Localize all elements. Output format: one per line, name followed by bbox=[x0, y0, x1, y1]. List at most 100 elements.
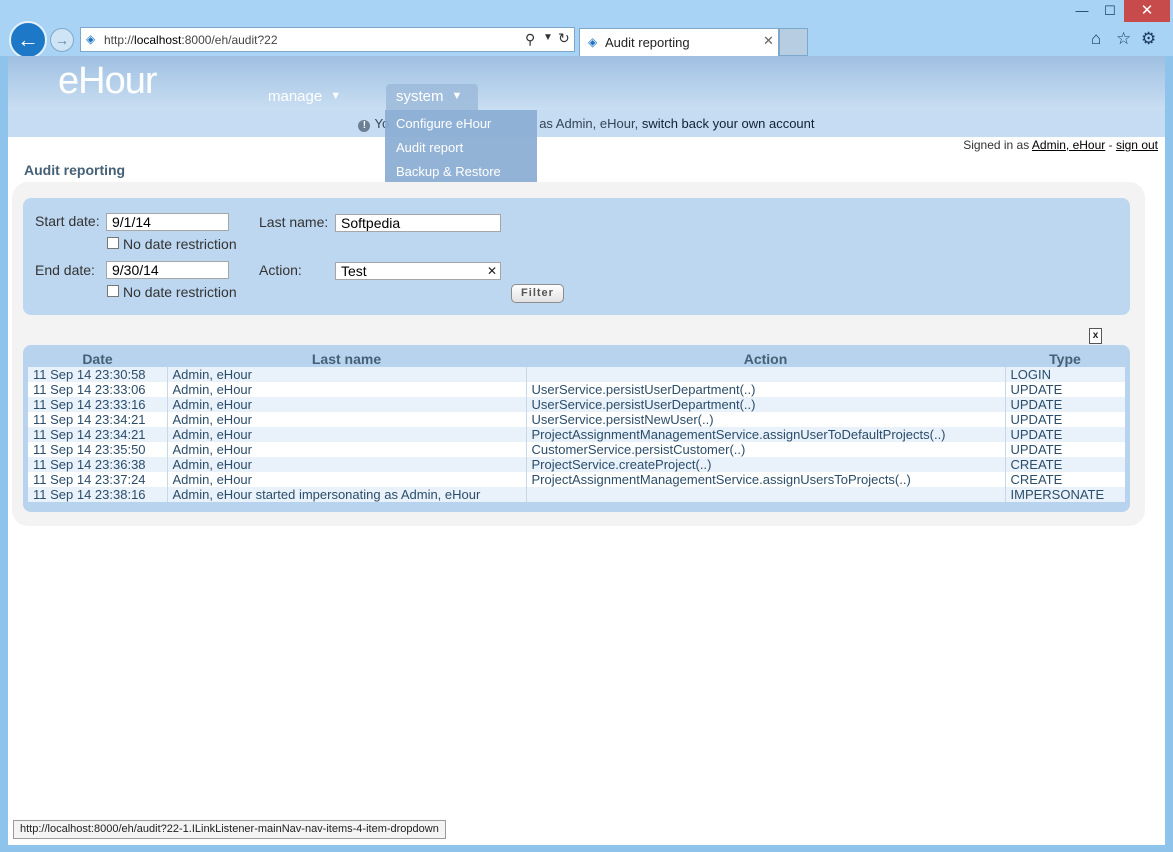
home-icon[interactable]: ⌂ bbox=[1091, 29, 1101, 49]
cell-date: 11 Sep 14 23:33:06 bbox=[28, 382, 168, 397]
address-bar[interactable]: ◈ http://localhost:8000/eh/audit?22 ⚲ ▼ … bbox=[80, 27, 575, 52]
forward-button[interactable]: → bbox=[50, 28, 74, 52]
user-link[interactable]: Admin, eHour bbox=[1032, 138, 1105, 152]
excel-export-icon[interactable]: x bbox=[1089, 328, 1102, 344]
cell-action: CustomerService.persistCustomer(..) bbox=[526, 442, 1006, 457]
menu-item-audit-report[interactable]: Audit report bbox=[385, 140, 537, 164]
filter-form: Start date: 9/1/14 No date restriction E… bbox=[23, 198, 1130, 315]
column-header-action[interactable]: Action bbox=[526, 351, 1005, 367]
forward-icon: → bbox=[55, 32, 69, 48]
table-row: 11 Sep 14 23:34:21 Admin, eHour ProjectAss… bbox=[28, 427, 1125, 442]
page-title: Audit reporting bbox=[24, 162, 126, 178]
start-no-date-checkbox[interactable] bbox=[107, 237, 119, 249]
end-date-input[interactable]: 9/30/14 bbox=[106, 261, 229, 279]
start-no-date-label: No date restriction bbox=[123, 236, 237, 252]
audit-table: 11 Sep 14 23:30:58 Admin, eHour LOGIN 11 S… bbox=[28, 367, 1125, 502]
start-date-input[interactable]: 9/1/14 bbox=[106, 213, 229, 231]
results-header: Date Last name Action Type bbox=[23, 351, 1130, 367]
clear-icon[interactable]: ✕ bbox=[487, 263, 497, 279]
nav-item-manage[interactable]: manage ▼ bbox=[268, 88, 341, 105]
window-minimize-button[interactable]: — bbox=[1068, 0, 1096, 22]
table-row: 11 Sep 14 23:33:06 Admin, eHour UserServic… bbox=[28, 382, 1125, 397]
end-no-date-checkbox[interactable] bbox=[107, 285, 119, 297]
new-tab-button[interactable] bbox=[779, 28, 808, 56]
tab-title: Audit reporting bbox=[605, 35, 690, 50]
last-name-input[interactable]: Softpedia bbox=[335, 214, 501, 232]
signed-in-info: Signed in as Admin, eHour - sign out bbox=[963, 138, 1158, 152]
cell-type: LOGIN bbox=[1005, 367, 1125, 382]
refresh-icon[interactable]: ↻ bbox=[558, 30, 570, 47]
cell-date: 11 Sep 14 23:37:24 bbox=[28, 472, 168, 487]
cell-type: UPDATE bbox=[1005, 412, 1125, 427]
cell-action: ProjectAssignmentManagementService.assig… bbox=[526, 472, 1006, 487]
status-bar-url: http://localhost:8000/eh/audit?22-1.ILin… bbox=[13, 820, 446, 839]
switch-back-link[interactable]: switch back your own account bbox=[642, 116, 815, 131]
column-header-last-name[interactable]: Last name bbox=[167, 351, 526, 367]
cell-type: CREATE bbox=[1005, 472, 1125, 487]
cell-last-name: Admin, eHour bbox=[167, 472, 527, 487]
cell-action: ProjectService.createProject(..) bbox=[526, 457, 1006, 472]
impersonation-bar: ! Yo as Admin, eHour, switch back your own… bbox=[8, 110, 1165, 137]
table-row: 11 Sep 14 23:30:58 Admin, eHour LOGIN bbox=[28, 367, 1125, 382]
cell-date: 11 Sep 14 23:34:21 bbox=[28, 427, 168, 442]
column-header-date[interactable]: Date bbox=[28, 351, 167, 367]
cell-action: UserService.persistUserDepartment(..) bbox=[526, 382, 1006, 397]
cell-last-name: Admin, eHour bbox=[167, 367, 527, 382]
chevron-down-icon: ▼ bbox=[330, 90, 342, 102]
cell-last-name: Admin, eHour bbox=[167, 382, 527, 397]
last-name-label: Last name: bbox=[259, 214, 329, 230]
column-header-type[interactable]: Type bbox=[1005, 351, 1125, 367]
browser-chrome: — ☐ ✕ ← → ◈ http://localhost:8000/eh/aud… bbox=[0, 0, 1173, 59]
logo[interactable]: eHour bbox=[58, 60, 157, 103]
sign-out-link[interactable]: sign out bbox=[1116, 138, 1158, 152]
table-row: 11 Sep 14 23:38:16 Admin, eHour started i… bbox=[28, 487, 1125, 502]
action-label: Action: bbox=[259, 262, 302, 278]
window-close-button[interactable]: ✕ bbox=[1124, 0, 1170, 22]
cell-type: UPDATE bbox=[1005, 442, 1125, 457]
close-icon[interactable]: ✕ bbox=[763, 33, 774, 49]
favorites-icon[interactable]: ☆ bbox=[1116, 29, 1131, 49]
cell-last-name: Admin, eHour bbox=[167, 442, 527, 457]
chevron-down-icon[interactable]: ▼ bbox=[543, 32, 553, 43]
cell-type: UPDATE bbox=[1005, 382, 1125, 397]
cell-type: UPDATE bbox=[1005, 397, 1125, 412]
chevron-down-icon: ▼ bbox=[451, 90, 463, 102]
page-icon: ◈ bbox=[86, 32, 96, 46]
address-url[interactable]: http://localhost:8000/eh/audit?22 bbox=[104, 33, 278, 47]
end-no-date-label: No date restriction bbox=[123, 284, 237, 300]
cell-last-name: Admin, eHour bbox=[167, 397, 527, 412]
nav-item-system[interactable]: system ▼ bbox=[396, 88, 462, 105]
table-row: 11 Sep 14 23:36:38 Admin, eHour ProjectSer… bbox=[28, 457, 1125, 472]
start-date-label: Start date: bbox=[35, 213, 100, 229]
cell-action: UserService.persistUserDepartment(..) bbox=[526, 397, 1006, 412]
cell-action: ProjectAssignmentManagementService.assig… bbox=[526, 427, 1006, 442]
cell-type: IMPERSONATE bbox=[1005, 487, 1125, 502]
info-icon: ! bbox=[358, 120, 371, 132]
table-row: 11 Sep 14 23:33:16 Admin, eHour UserServic… bbox=[28, 397, 1125, 412]
cell-type: CREATE bbox=[1005, 457, 1125, 472]
table-row: 11 Sep 14 23:37:24 Admin, eHour ProjectAss… bbox=[28, 472, 1125, 487]
cell-last-name: Admin, eHour started impersonating as Ad… bbox=[167, 487, 527, 502]
cell-date: 11 Sep 14 23:30:58 bbox=[28, 367, 168, 382]
page-icon: ◈ bbox=[588, 35, 598, 49]
results-panel: Date Last name Action Type 11 Sep 14 23:… bbox=[23, 345, 1130, 512]
back-icon: ← bbox=[17, 27, 39, 52]
site-header: eHour manage ▼ system ▼ bbox=[8, 56, 1165, 110]
page-viewport: eHour manage ▼ system ▼ ! Yo as Admin, eHour… bbox=[8, 56, 1165, 845]
window-maximize-button[interactable]: ☐ bbox=[1096, 0, 1124, 22]
cell-last-name: Admin, eHour bbox=[167, 457, 527, 472]
gear-icon[interactable]: ⚙ bbox=[1141, 29, 1156, 49]
menu-item-configure[interactable]: Configure eHour bbox=[385, 116, 537, 140]
search-icon[interactable]: ⚲ bbox=[525, 31, 535, 48]
cell-action: UserService.persistNewUser(..) bbox=[526, 412, 1006, 427]
filter-button[interactable]: Filter bbox=[511, 284, 564, 303]
browser-tab[interactable]: ◈ Audit reporting ✕ bbox=[579, 28, 779, 56]
cell-last-name: Admin, eHour bbox=[167, 412, 527, 427]
end-date-label: End date: bbox=[35, 262, 95, 278]
table-row: 11 Sep 14 23:35:50 Admin, eHour CustomerSe… bbox=[28, 442, 1125, 457]
back-button[interactable]: ← bbox=[9, 21, 47, 59]
action-input[interactable]: Test ✕ bbox=[335, 262, 501, 280]
cell-last-name: Admin, eHour bbox=[167, 427, 527, 442]
cell-date: 11 Sep 14 23:33:16 bbox=[28, 397, 168, 412]
cell-date: 11 Sep 14 23:34:21 bbox=[28, 412, 168, 427]
